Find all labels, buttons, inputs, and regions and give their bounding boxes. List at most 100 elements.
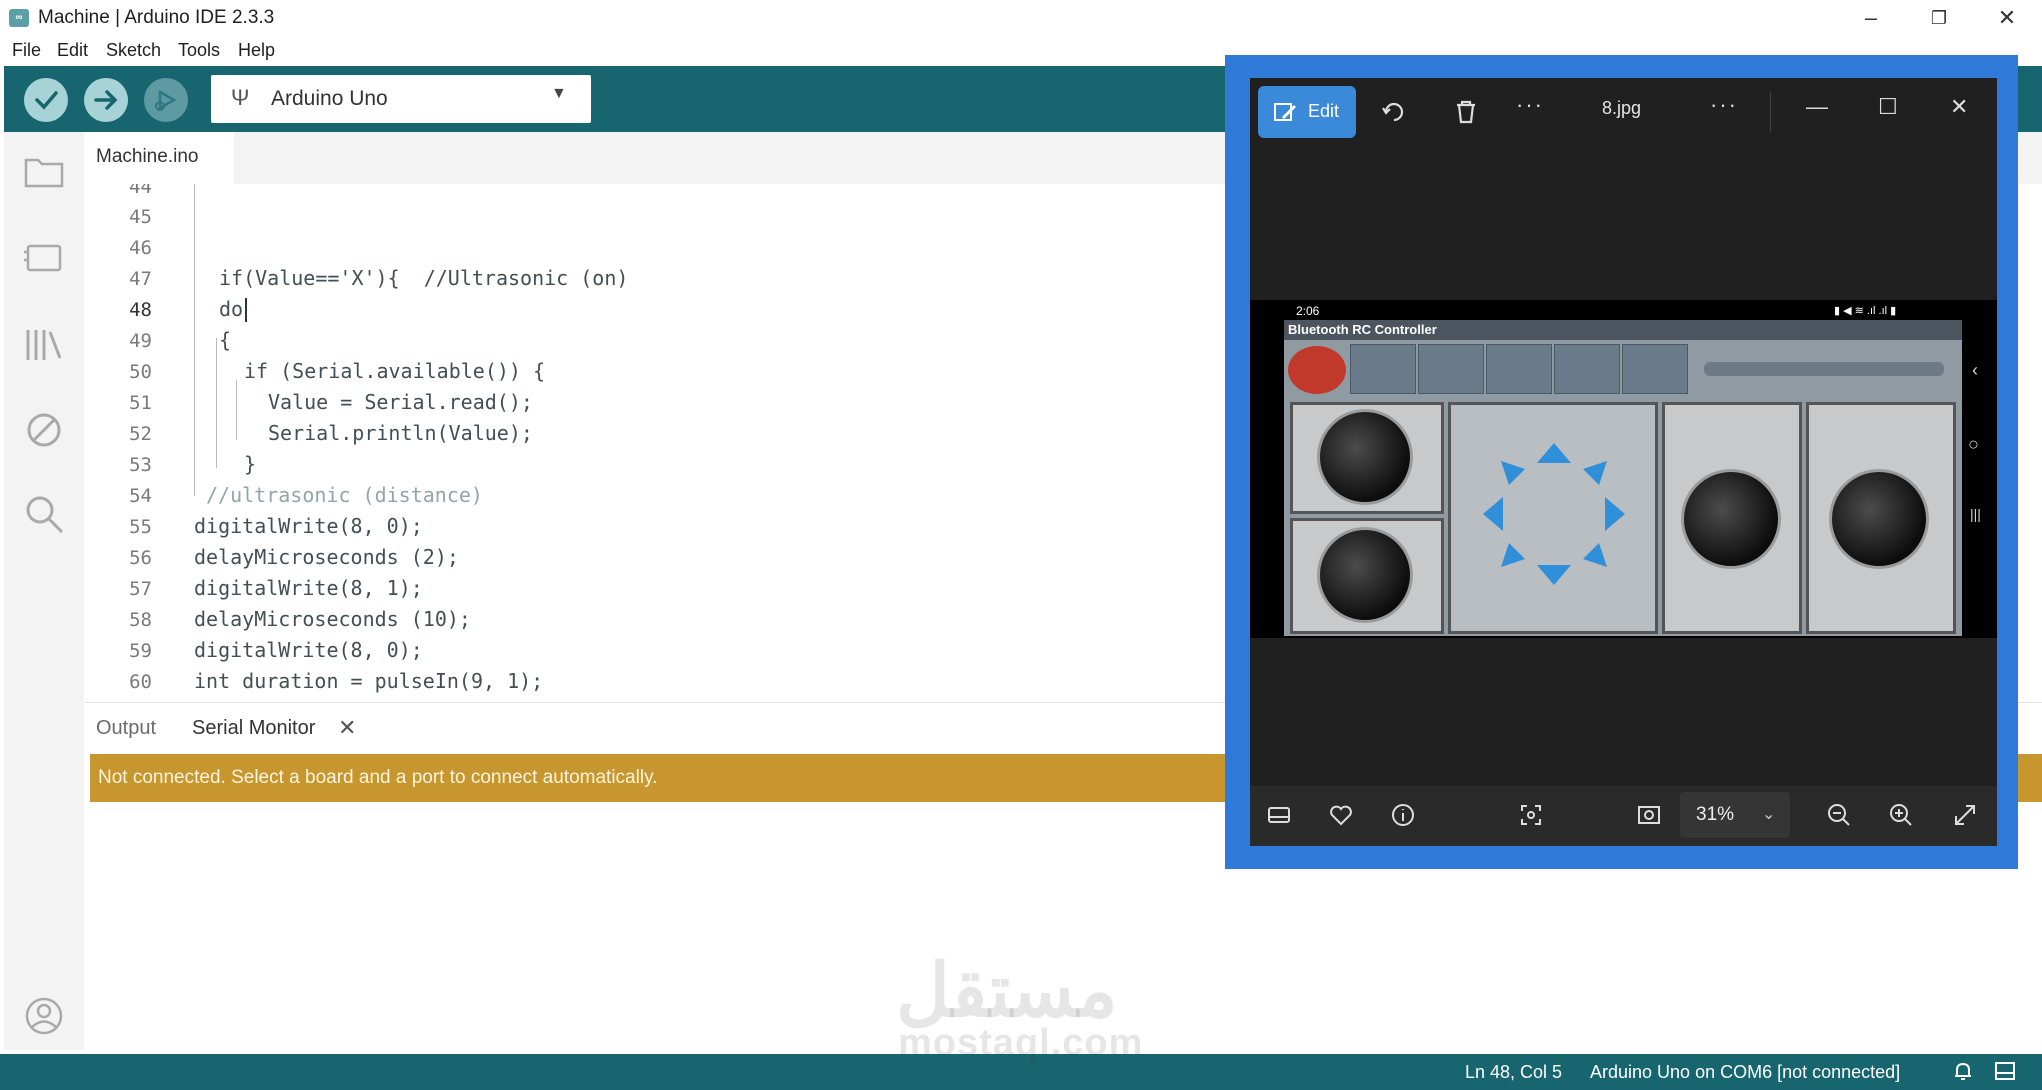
speed-slider xyxy=(1704,362,1944,376)
filmstrip-icon[interactable] xyxy=(1266,802,1292,828)
code-line: digitalWrite(8, 1); xyxy=(194,576,423,600)
debug-button[interactable] xyxy=(144,78,188,122)
arrow-right-icon xyxy=(94,90,118,110)
code-line: Value = Serial.read(); xyxy=(268,390,533,414)
restore-button[interactable]: ❐ xyxy=(1914,2,1964,34)
bell-icon[interactable] xyxy=(1952,1060,1974,1082)
tab-label: Machine.ino xyxy=(96,146,199,167)
code-line: do xyxy=(219,297,244,321)
folder-icon[interactable] xyxy=(22,150,66,194)
edit-image-icon xyxy=(1274,103,1296,121)
debug-disabled-icon[interactable] xyxy=(22,408,66,452)
close-icon[interactable]: ✕ xyxy=(338,715,356,741)
activity-sidebar xyxy=(4,132,84,1050)
rc-title-bar: Bluetooth RC Controller xyxy=(1284,320,1962,340)
edit-button[interactable]: Edit xyxy=(1258,86,1356,138)
code-line: digitalWrite(8, 0); xyxy=(194,514,423,538)
right-pad xyxy=(1806,402,1956,634)
menu-file[interactable]: File xyxy=(12,40,41,61)
line-number: 53 xyxy=(129,454,152,476)
line-number: 57 xyxy=(129,578,152,600)
indent-guide xyxy=(216,338,217,468)
line-number: 58 xyxy=(129,609,152,631)
maximize-button[interactable]: ☐ xyxy=(1878,94,1898,120)
indent-guide xyxy=(194,184,195,496)
settings-gear-icon xyxy=(1622,344,1688,394)
delete-icon[interactable] xyxy=(1452,98,1480,126)
account-icon[interactable] xyxy=(22,994,66,1038)
photo-image: 2:06 ▮ ◀ ≋ .ıl .ıl ▮ Bluetooth RC Contro… xyxy=(1250,300,1997,638)
tab-machine-ino[interactable]: Machine.ino xyxy=(84,132,234,184)
line-number: 47 xyxy=(129,268,152,290)
code-line: delayMicroseconds (10); xyxy=(194,607,471,631)
verify-button[interactable] xyxy=(24,78,68,122)
indent-guide xyxy=(236,380,237,440)
backward-pad xyxy=(1290,518,1444,634)
chevron-down-icon: ▼ xyxy=(551,85,567,102)
fullscreen-icon[interactable] xyxy=(1952,802,1978,828)
rotate-icon[interactable] xyxy=(1380,98,1408,126)
arduino-logo-icon: ∞ xyxy=(9,9,29,27)
close-button[interactable]: ✕ xyxy=(1982,2,2032,34)
minimize-button[interactable]: — xyxy=(1806,94,1828,120)
search-icon[interactable] xyxy=(22,492,66,536)
more-options-icon[interactable]: ··· xyxy=(1516,92,1544,118)
favorite-heart-icon[interactable] xyxy=(1328,802,1354,828)
line-number: 50 xyxy=(129,361,152,383)
minimize-button[interactable]: – xyxy=(1846,2,1896,34)
title-bar: ∞ Machine | Arduino IDE 2.3.3 – ❐ ✕ xyxy=(0,0,2042,38)
line-number: 46 xyxy=(129,237,152,259)
code-line: digitalWrite(8, 0); xyxy=(194,638,423,662)
menu-tools[interactable]: Tools xyxy=(178,40,220,61)
library-icon[interactable] xyxy=(22,322,66,366)
line-number: 51 xyxy=(129,392,152,414)
left-disc xyxy=(1681,469,1781,569)
line-number: 45 xyxy=(129,206,152,228)
cursor-position[interactable]: Ln 48, Col 5 xyxy=(1465,1062,1562,1083)
line-number: 56 xyxy=(129,547,152,569)
more-options-icon[interactable]: ··· xyxy=(1710,92,1738,118)
text-cursor xyxy=(245,298,247,322)
zoom-in-icon[interactable] xyxy=(1888,802,1914,828)
menu-help[interactable]: Help xyxy=(238,40,275,61)
menu-sketch[interactable]: Sketch xyxy=(106,40,161,61)
window-title: Machine | Arduino IDE 2.3.3 xyxy=(38,7,275,28)
close-button[interactable]: ✕ xyxy=(1950,94,1968,120)
actual-size-icon[interactable] xyxy=(1636,802,1662,828)
code-line: if (Serial.available()) { xyxy=(244,359,546,383)
warning-icon xyxy=(1554,344,1620,394)
board-label: Arduino Uno xyxy=(271,87,388,110)
board-port-status[interactable]: Arduino Uno on COM6 [not connected] xyxy=(1590,1062,1900,1083)
code-line: } xyxy=(244,452,257,476)
tab-serial-monitor[interactable]: Serial Monitor xyxy=(192,717,315,740)
zoom-dropdown[interactable]: 31% ⌄ xyxy=(1680,792,1790,838)
line-number: 55 xyxy=(129,516,152,538)
visual-search-icon[interactable] xyxy=(1518,802,1544,828)
photo-viewer-bottom-bar: 31% ⌄ xyxy=(1250,786,1997,846)
back-lights-icon xyxy=(1418,344,1484,394)
tab-output[interactable]: Output xyxy=(96,717,156,740)
menu-edit[interactable]: Edit xyxy=(57,40,88,61)
debug-icon xyxy=(155,89,177,111)
edit-label: Edit xyxy=(1308,101,1340,121)
rc-controller-app: Bluetooth RC Controller xyxy=(1284,320,1962,636)
line-number: 52 xyxy=(129,423,152,445)
photo-viewer-window: Edit ··· 8.jpg ··· — ☐ ✕ 2:06 ▮ ◀ ≋ .ıl … xyxy=(1250,78,1997,846)
upload-button[interactable] xyxy=(84,78,128,122)
divider xyxy=(1770,92,1771,132)
direction-pad xyxy=(1448,402,1658,634)
record-button-icon xyxy=(1288,346,1346,394)
code-line: //ultrasonic (distance) xyxy=(206,483,483,507)
nav-back-icon: ‹ xyxy=(1972,360,1978,380)
info-icon[interactable] xyxy=(1390,802,1416,828)
board-selector[interactable]: Ψ Arduino Uno ▼ xyxy=(211,75,591,123)
line-number: 48 xyxy=(129,299,152,321)
board-manager-icon[interactable] xyxy=(22,236,66,280)
line-number: 49 xyxy=(129,330,152,352)
usb-icon: Ψ xyxy=(231,85,250,110)
zoom-out-icon[interactable] xyxy=(1826,802,1852,828)
nav-home-icon: ○ xyxy=(1968,434,1979,454)
toggle-panel-icon[interactable] xyxy=(1994,1061,2016,1081)
forward-pad xyxy=(1290,402,1444,514)
zoom-value: 31% xyxy=(1696,804,1735,825)
